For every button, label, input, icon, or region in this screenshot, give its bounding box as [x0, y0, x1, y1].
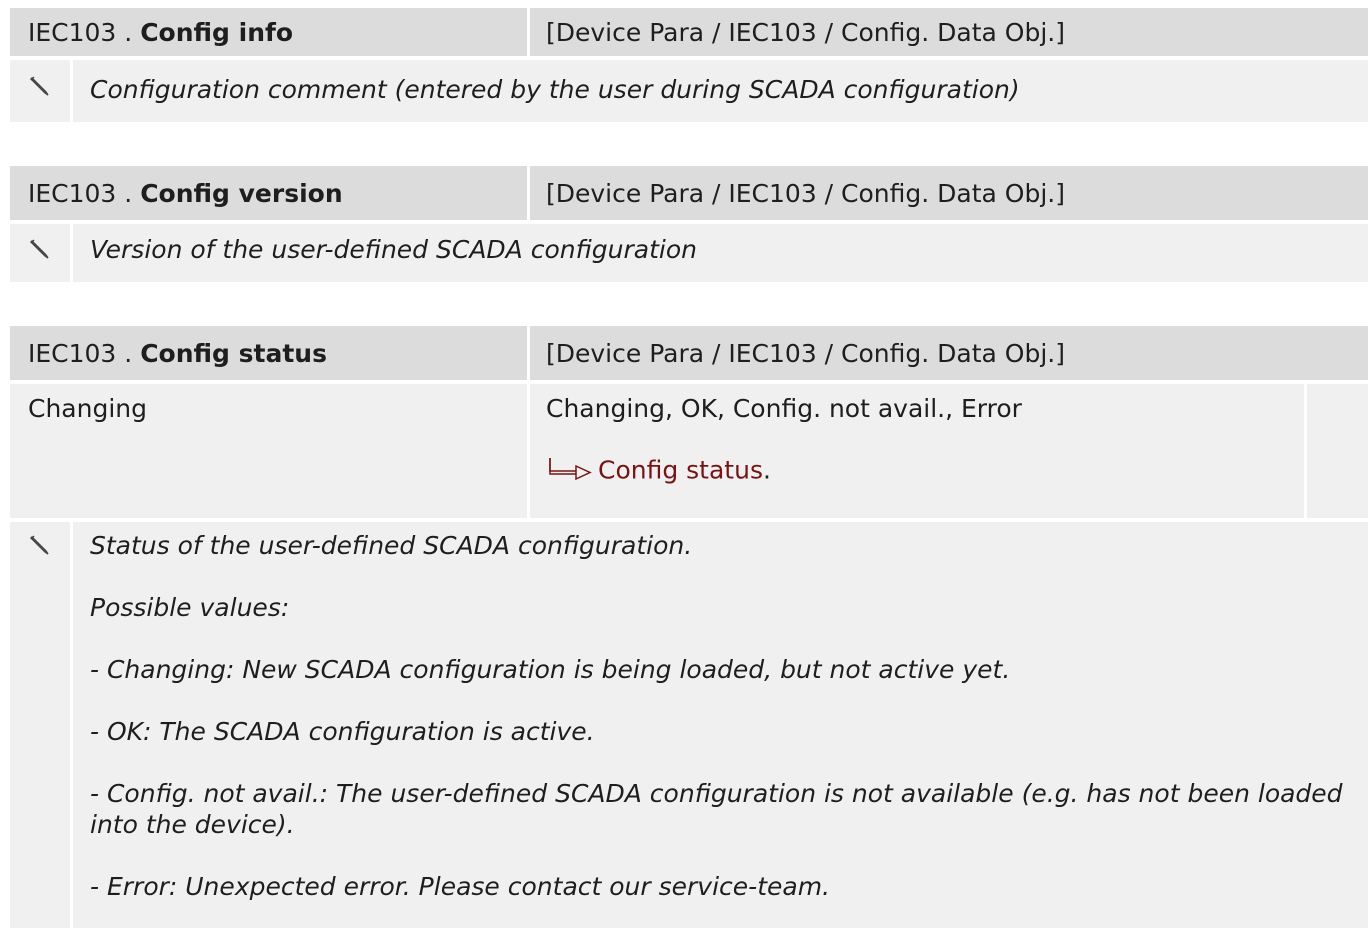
default-value-cell: Changing — [10, 384, 527, 518]
comment-text: Version of the user-defined SCADA config… — [90, 235, 697, 264]
extra-cell — [1307, 384, 1368, 518]
pencil-icon — [29, 74, 51, 122]
comment-text: Configuration comment (entered by the us… — [90, 75, 1020, 104]
param-block-config-info: IEC103 . Config info [Device Para / IEC1… — [10, 8, 1368, 122]
module-name: IEC103 . — [28, 178, 141, 208]
description-paragraph: - Changing: New SCADA configuration is b… — [90, 655, 1011, 684]
options-cell: Changing, OK, Config. not avail., Error … — [530, 384, 1304, 518]
description-paragraph: Status of the user-defined SCADA configu… — [90, 531, 693, 560]
menu-path-text: [Device Para / IEC103 / Config. Data Obj… — [546, 338, 1065, 368]
module-name: IEC103 . — [28, 17, 141, 47]
description-paragraph: - Config. not avail.: The user-defined S… — [90, 779, 1343, 839]
param-comment: Version of the user-defined SCADA config… — [73, 224, 1368, 282]
config-status-link[interactable]: Config status — [598, 456, 763, 485]
param-name: Config info — [140, 17, 294, 47]
menu-path: [Device Para / IEC103 / Config. Data Obj… — [530, 8, 1368, 56]
menu-path: [Device Para / IEC103 / Config. Data Obj… — [530, 166, 1368, 220]
param-block-config-version: IEC103 . Config version [Device Para / I… — [10, 166, 1368, 282]
default-value: Changing — [28, 394, 147, 423]
pencil-icon — [29, 237, 51, 282]
menu-path-text: [Device Para / IEC103 / Config. Data Obj… — [546, 178, 1065, 208]
cross-reference: Config status. — [546, 455, 1304, 488]
note-icon-cell — [10, 522, 70, 928]
param-comment: Configuration comment (entered by the us… — [73, 60, 1368, 122]
pencil-icon — [29, 533, 51, 928]
options-list: Changing, OK, Config. not avail., Error — [546, 394, 1022, 423]
param-header: IEC103 . Config version — [10, 166, 527, 220]
module-name: IEC103 . — [28, 338, 141, 368]
param-description: Status of the user-defined SCADA configu… — [73, 522, 1368, 928]
param-name: Config version — [140, 178, 343, 208]
menu-path-text: [Device Para / IEC103 / Config. Data Obj… — [546, 17, 1065, 47]
description-paragraph: - Error: Unexpected error. Please contac… — [90, 872, 831, 901]
description-paragraph: - OK: The SCADA configuration is active. — [90, 717, 595, 746]
description-paragraph: Possible values: — [90, 593, 290, 622]
param-header: IEC103 . Config status — [10, 326, 527, 380]
param-block-config-status: IEC103 . Config status [Device Para / IE… — [10, 326, 1368, 928]
note-icon-cell — [10, 60, 70, 122]
note-icon-cell — [10, 224, 70, 282]
param-name: Config status — [140, 338, 327, 368]
link-suffix: . — [762, 455, 771, 485]
menu-path: [Device Para / IEC103 / Config. Data Obj… — [530, 326, 1368, 380]
link-arrow-icon — [546, 455, 598, 488]
param-header: IEC103 . Config info — [10, 8, 527, 56]
